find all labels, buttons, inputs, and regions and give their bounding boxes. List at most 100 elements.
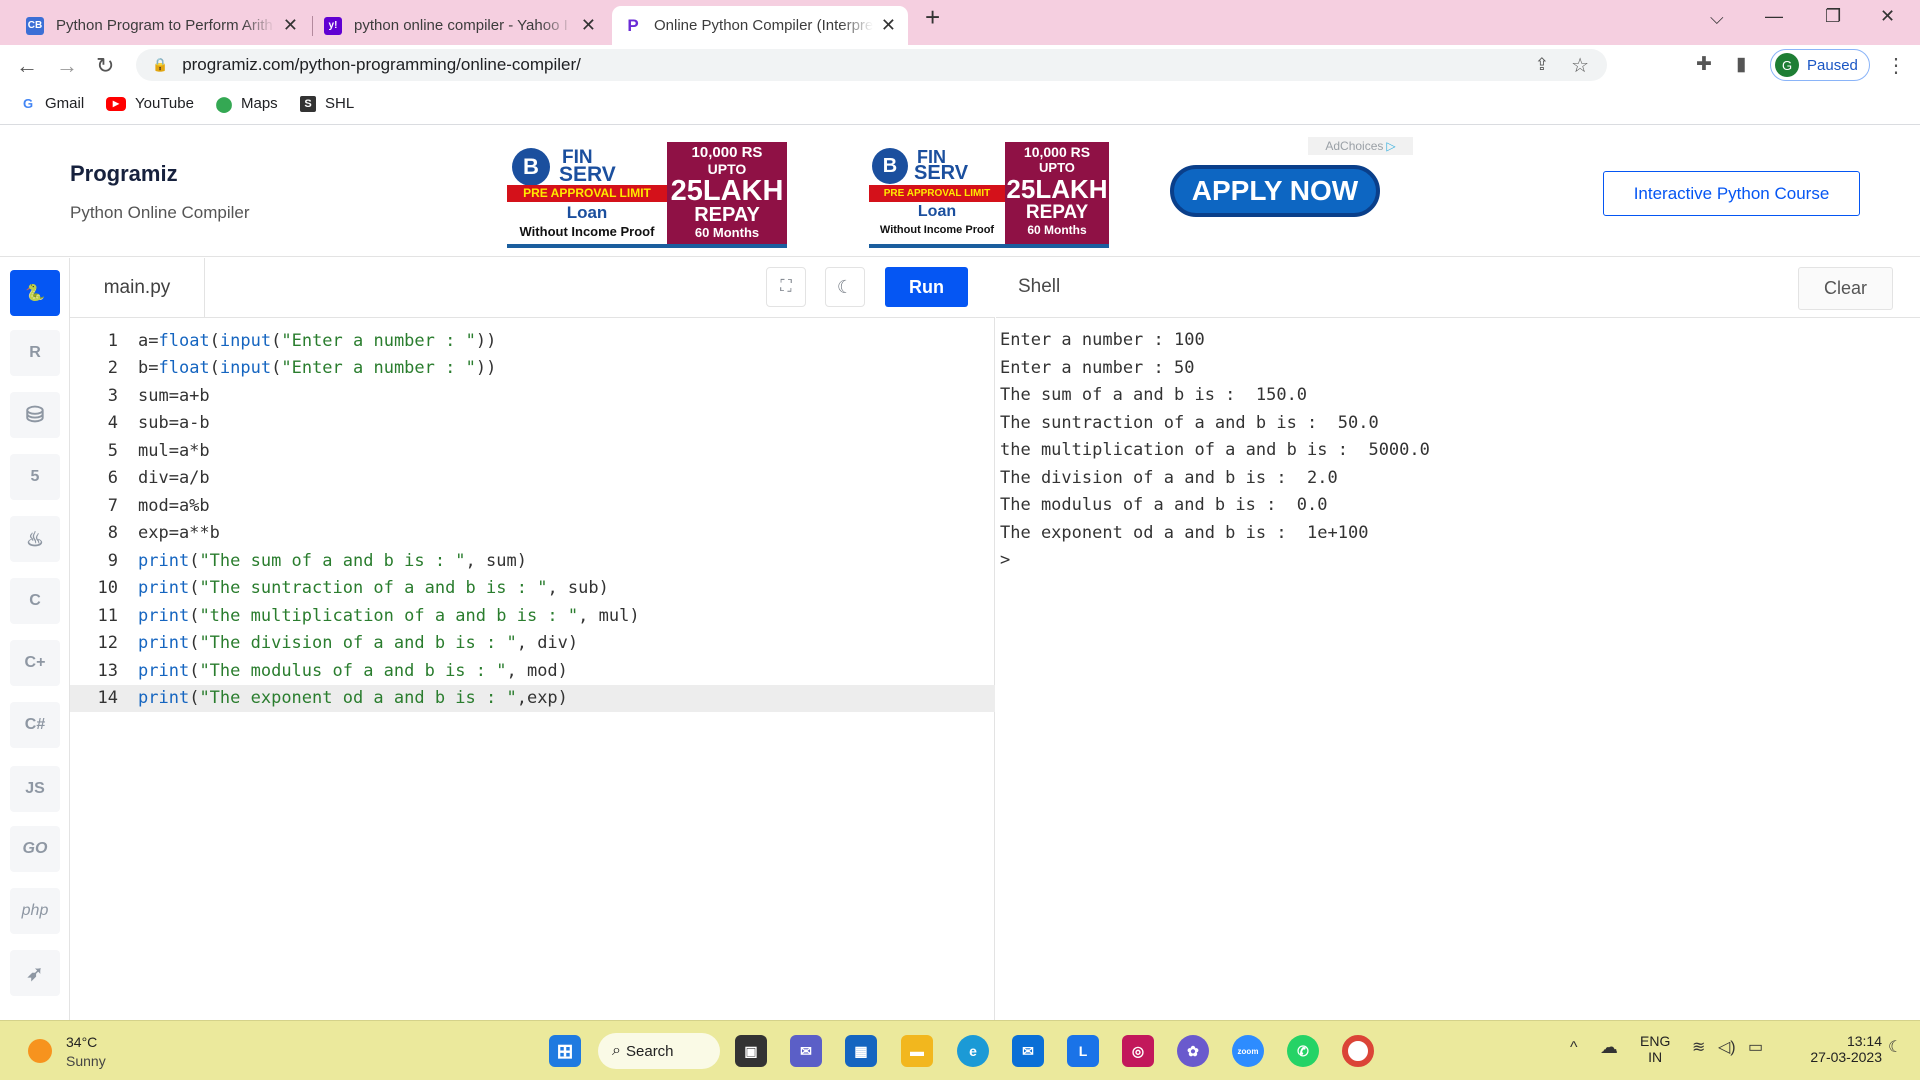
bookmark-gmail[interactable]: G Gmail (20, 95, 84, 112)
code-text[interactable]: sub=a-b (138, 413, 210, 433)
code-text[interactable]: exp=a**b (138, 523, 220, 543)
minimize-icon[interactable]: — (1765, 6, 1783, 27)
code-text[interactable]: a=float(input("Enter a number : ")) (138, 331, 496, 351)
onedrive-cloud-icon[interactable]: ☁ (1600, 1037, 1618, 1058)
back-icon[interactable]: ← (16, 53, 38, 79)
code-line[interactable]: 11 print("the multiplication of a and b i… (70, 602, 995, 629)
whatsapp-icon[interactable]: ✆ (1287, 1035, 1319, 1067)
share-icon[interactable]: ⇪ (1535, 55, 1549, 75)
weather-temp[interactable]: 34°C (66, 1034, 97, 1050)
copilot-icon[interactable]: ✿ (1177, 1035, 1209, 1067)
url-text[interactable]: programiz.com/python-programming/online-… (182, 55, 581, 75)
clear-button[interactable]: Clear (1798, 267, 1893, 310)
edge-browser-icon[interactable]: e (957, 1035, 989, 1067)
weather-desc[interactable]: Sunny (66, 1053, 106, 1069)
c-lang-icon[interactable]: C (10, 578, 60, 624)
code-line[interactable]: 8 exp=a**b (70, 520, 995, 547)
fullscreen-icon[interactable]: ⛶ (766, 267, 806, 307)
code-text[interactable]: div=a/b (138, 468, 210, 488)
code-line[interactable]: 7 mod=a%b (70, 492, 995, 519)
language-indicator[interactable]: ENG IN (1640, 1033, 1670, 1065)
code-line[interactable]: 9 print("The sum of a and b is : ", sum) (70, 547, 995, 574)
dark-mode-moon-icon[interactable]: ☾ (825, 267, 865, 307)
code-line[interactable]: 10 print("The suntraction of a and b is :… (70, 575, 995, 602)
taskbar-search[interactable]: ⌕ Search (598, 1033, 720, 1069)
sun-weather-icon[interactable] (28, 1039, 52, 1063)
close-tab-icon[interactable]: ✕ (881, 15, 896, 36)
java-icon[interactable]: ♨ (10, 516, 60, 562)
volume-icon[interactable]: ◁) (1718, 1037, 1736, 1057)
extensions-icon[interactable]: ✚ (1696, 53, 1712, 76)
restore-icon[interactable]: ❐ (1825, 6, 1841, 27)
code-text[interactable]: b=float(input("Enter a number : ")) (138, 358, 496, 378)
code-line[interactable]: 5 mul=a*b (70, 437, 995, 464)
python-icon[interactable]: 🐍 (10, 270, 60, 316)
l-app-icon[interactable]: L (1067, 1035, 1099, 1067)
url-bar[interactable]: 🔒 programiz.com/python-programming/onlin… (136, 49, 1607, 81)
new-tab-button[interactable]: + (925, 2, 940, 33)
javascript-icon[interactable]: JS (10, 766, 60, 812)
wifi-icon[interactable]: ≋ (1692, 1037, 1705, 1057)
chevron-up-icon[interactable]: ^ (1570, 1039, 1578, 1057)
code-line[interactable]: 14 print("The exponent od a and b is : ",… (70, 684, 995, 712)
programiz-logo[interactable]: Programiz (70, 161, 178, 187)
r-lang-icon[interactable]: R (10, 330, 60, 376)
code-text[interactable]: print("The modulus of a and b is : ", mo… (138, 661, 568, 681)
chrome-icon[interactable] (1342, 1035, 1374, 1067)
code-line[interactable]: 2 b=float(input("Enter a number : ")) (70, 355, 995, 382)
csharp-icon[interactable]: C# (10, 702, 60, 748)
bookmark-youtube[interactable]: ▶ YouTube (106, 95, 194, 112)
bookmark-star-icon[interactable]: ☆ (1571, 53, 1589, 78)
reload-icon[interactable]: ↻ (96, 53, 114, 79)
sql-database-icon[interactable]: ⛁ (10, 392, 60, 438)
bookmark-maps[interactable]: ⬤ Maps (216, 95, 278, 113)
code-text[interactable]: print("The sum of a and b is : ", sum) (138, 551, 527, 571)
php-icon[interactable]: php (10, 888, 60, 934)
clock[interactable]: 13:14 27-03-2023 (1782, 1033, 1882, 1065)
code-text[interactable]: print("the multiplication of a and b is … (138, 606, 640, 626)
shell-output[interactable]: Enter a number : 100 Enter a number : 50 T… (996, 318, 1920, 1020)
profile-button[interactable]: G Paused (1770, 49, 1870, 81)
html5-icon[interactable]: 5 (10, 454, 60, 500)
bookmark-shl[interactable]: S SHL (300, 95, 354, 112)
zoom-icon[interactable]: zoom (1232, 1035, 1264, 1067)
close-tab-icon[interactable]: ✕ (581, 15, 596, 36)
battery-icon[interactable]: ▭ (1748, 1037, 1763, 1057)
code-text[interactable]: print("The suntraction of a and b is : "… (138, 578, 609, 598)
code-line[interactable]: 12 print("The division of a and b is : ",… (70, 630, 995, 657)
file-explorer-icon[interactable]: ▬ (901, 1035, 933, 1067)
code-line[interactable]: 1 a=float(input("Enter a number : ")) (70, 327, 995, 354)
photos-app-icon[interactable]: ◎ (1122, 1035, 1154, 1067)
ad-banner[interactable]: B FIN SERV PRE APPROVAL LIMIT Loan Witho… (507, 142, 787, 248)
interactive-course-button[interactable]: Interactive Python Course (1603, 171, 1860, 216)
windows-start-icon[interactable]: ⊞ (549, 1035, 581, 1067)
code-line[interactable]: 13 print("The modulus of a and b is : ", … (70, 657, 995, 684)
go-icon[interactable]: GO (10, 826, 60, 872)
mail-icon[interactable]: ✉ (1012, 1035, 1044, 1067)
code-editor[interactable]: 1 a=float(input("Enter a number : ")) 2 b=f… (70, 318, 995, 1020)
ad-banner[interactable]: B FIN SERV PRE APPROVAL LIMIT Loan Witho… (869, 142, 1109, 248)
task-view-icon[interactable]: ▣ (735, 1035, 767, 1067)
teams-chat-icon[interactable]: ✉ (790, 1035, 822, 1067)
code-text[interactable]: mod=a%b (138, 496, 210, 516)
microsoft-store-icon[interactable]: ▦ (845, 1035, 877, 1067)
file-tab[interactable]: main.py (70, 258, 205, 318)
menu-kebab-icon[interactable]: ⋮ (1886, 53, 1906, 78)
apply-now-ad-button[interactable]: APPLY NOW (1170, 165, 1380, 217)
notification-moon-icon[interactable]: ☾ (1888, 1037, 1902, 1057)
close-tab-icon[interactable]: ✕ (283, 15, 298, 36)
forward-icon[interactable]: → (56, 53, 78, 79)
browser-tab-active[interactable]: P Online Python Compiler (Interpre ✕ (612, 6, 908, 45)
close-window-icon[interactable]: ✕ (1880, 6, 1895, 27)
lock-icon[interactable]: 🔒 (152, 57, 168, 73)
browser-tab[interactable]: CB Python Program to Perform Arith ✕ (14, 6, 310, 45)
tab-search-icon[interactable]: ⌵ (1710, 8, 1724, 29)
code-text[interactable]: print("The division of a and b is : ", d… (138, 633, 578, 653)
adchoices-label[interactable]: AdChoices ▷ (1308, 137, 1413, 155)
cpp-icon[interactable]: C+ (10, 640, 60, 686)
code-text[interactable]: print("The exponent od a and b is : ",ex… (138, 688, 568, 708)
code-line[interactable]: 4 sub=a-b (70, 410, 995, 437)
code-line[interactable]: 6 div=a/b (70, 465, 995, 492)
swift-icon[interactable]: ➶ (10, 950, 60, 996)
code-text[interactable]: mul=a*b (138, 441, 210, 461)
